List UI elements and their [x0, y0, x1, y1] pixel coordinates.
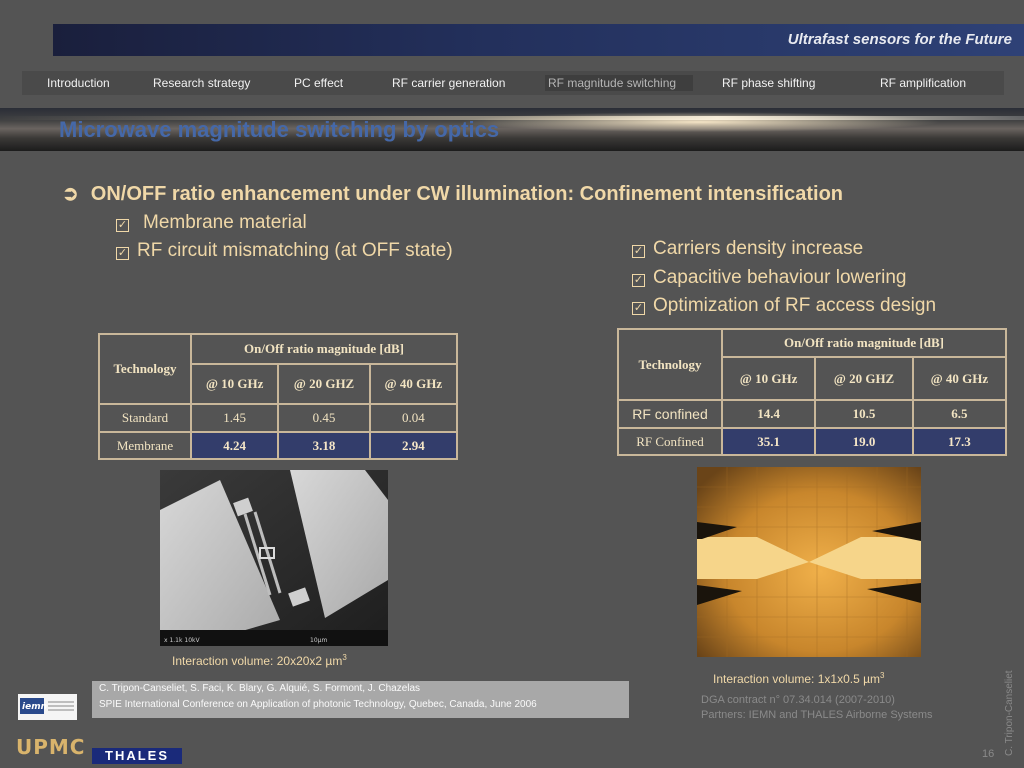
table-cell: Membrane: [98, 431, 192, 460]
upmc-logo: UPMC: [16, 735, 84, 763]
right-caption-sup: 3: [880, 671, 885, 680]
contract-line-1: DGA contract n° 07.34.014 (2007-2010): [701, 694, 895, 706]
table-cell: 17.3: [911, 427, 1008, 456]
table-header-technology: Technology: [617, 328, 723, 401]
table-header-col: @ 40 GHz: [368, 363, 459, 405]
contract-info: DGA contract n° 07.34.014 (2007-2010) Pa…: [701, 693, 933, 723]
table-row: Membrane 4.24 3.18 2.94: [98, 431, 459, 460]
table-cell: 2.94: [368, 431, 459, 460]
nav-item-rf-magnitude-switching[interactable]: RF magnitude switching: [545, 75, 693, 91]
svg-text:x 1.1k 10kV: x 1.1k 10kV: [164, 637, 200, 644]
table-cell: Standard: [98, 403, 192, 433]
left-point-2-text: RF circuit mismatching (at OFF state): [137, 240, 453, 261]
page-number: 16: [982, 748, 995, 760]
left-caption-sup: 3: [342, 653, 347, 662]
right-point-2-text: Capacitive behaviour lowering: [653, 267, 907, 288]
table-cell: 4.24: [189, 431, 280, 460]
nav-item-introduction[interactable]: Introduction: [47, 76, 110, 90]
sem-micrograph-image: x 1.1k 10kV 10µm: [160, 470, 388, 646]
table-row: RF confined 14.4 10.5 6.5: [617, 399, 1008, 429]
optical-micrograph-image: [697, 467, 921, 657]
slide-title: Microwave magnitude switching by optics: [59, 117, 500, 142]
table-cell: 14.4: [720, 399, 817, 429]
left-caption-text: Interaction volume: 20x20x2 µm: [172, 654, 343, 668]
nav-item-rf-carrier-generation[interactable]: RF carrier generation: [392, 76, 505, 90]
main-bullet-text: ON/OFF ratio enhancement under CW illumi…: [90, 183, 844, 205]
section-nav: Introduction Research strategy PC effect…: [22, 71, 1004, 95]
right-caption-text: Interaction volume: 1x1x0.5 µm: [713, 672, 880, 686]
table-header-col: @ 10 GHz: [720, 356, 817, 401]
left-point-1: ✓ Membrane material: [116, 212, 307, 234]
svg-text:10µm: 10µm: [310, 637, 327, 644]
author-vertical-label: C. Tripon-Canseliet: [1004, 670, 1015, 756]
table-cell: 19.0: [814, 427, 914, 456]
table-cell: 6.5: [911, 399, 1008, 429]
table-header-col: @ 10 GHz: [189, 363, 280, 405]
table-row: RF Confined 35.1 19.0 17.3: [617, 427, 1008, 456]
table-header-col: @ 40 GHz: [911, 356, 1008, 401]
table-cell: 1.45: [189, 403, 280, 433]
table-cell: 0.45: [277, 403, 371, 433]
right-point-3-text: Optimization of RF access design: [653, 295, 937, 316]
table-cell: RF Confined: [617, 427, 723, 456]
nav-item-rf-amplification[interactable]: RF amplification: [880, 76, 966, 90]
reference-authors: C. Tripon-Canseliet, S. Faci, K. Blary, …: [99, 683, 421, 694]
checkbox-icon: ✓: [116, 219, 129, 232]
presentation-title: Ultrafast sensors for the Future: [787, 31, 1012, 48]
table-header-group: On/Off ratio magnitude [dB]: [190, 333, 458, 365]
upmc-logo-text: UPMC: [16, 735, 86, 759]
nav-item-rf-phase-shifting[interactable]: RF phase shifting: [722, 76, 815, 90]
table-header-group: On/Off ratio magnitude [dB]: [721, 328, 1007, 358]
reference-venue: SPIE International Conference on Applica…: [99, 699, 537, 710]
right-image-caption: Interaction volume: 1x1x0.5 µm3: [713, 671, 884, 686]
table-cell: 0.04: [368, 403, 459, 433]
table-cell: 10.5: [814, 399, 914, 429]
right-results-table: Technology On/Off ratio magnitude [dB] @…: [617, 328, 1008, 456]
table-cell: 35.1: [720, 427, 817, 456]
iemn-logo: iemn: [18, 694, 77, 720]
table-cell: RF confined: [617, 399, 723, 429]
checkbox-icon: ✓: [632, 274, 645, 287]
right-point-1-text: Carriers density increase: [653, 238, 864, 259]
contract-line-2: Partners: IEMN and THALES Airborne Syste…: [701, 709, 933, 721]
right-point-2: ✓ Capacitive behaviour lowering: [632, 267, 906, 289]
left-results-table: Technology On/Off ratio magnitude [dB] @…: [98, 333, 459, 460]
table-cell: 3.18: [277, 431, 371, 460]
nav-item-research-strategy[interactable]: Research strategy: [153, 76, 250, 90]
arrow-bullet-icon: ➲: [62, 183, 79, 205]
nav-item-pc-effect[interactable]: PC effect: [294, 76, 343, 90]
checkbox-icon: ✓: [632, 245, 645, 258]
table-header-technology: Technology: [98, 333, 192, 405]
right-point-1: ✓ Carriers density increase: [632, 238, 863, 260]
left-point-1-text: Membrane material: [143, 212, 307, 233]
left-point-2: ✓ RF circuit mismatching (at OFF state): [116, 240, 453, 262]
table-header-col: @ 20 GHZ: [814, 356, 914, 401]
reference-box: C. Tripon-Canseliet, S. Faci, K. Blary, …: [92, 681, 629, 718]
main-bullet: ➲ ON/OFF ratio enhancement under CW illum…: [62, 181, 843, 206]
table-header-col: @ 20 GHZ: [277, 363, 371, 405]
left-image-caption: Interaction volume: 20x20x2 µm3: [172, 653, 347, 668]
checkbox-icon: ✓: [116, 247, 129, 260]
iemn-logo-text: iemn: [22, 702, 47, 712]
checkbox-icon: ✓: [632, 302, 645, 315]
header-bar: Ultrafast sensors for the Future: [53, 24, 1024, 56]
table-row: Standard 1.45 0.45 0.04: [98, 403, 459, 433]
thales-logo: THALES: [92, 748, 182, 764]
right-point-3: ✓ Optimization of RF access design: [632, 295, 936, 317]
